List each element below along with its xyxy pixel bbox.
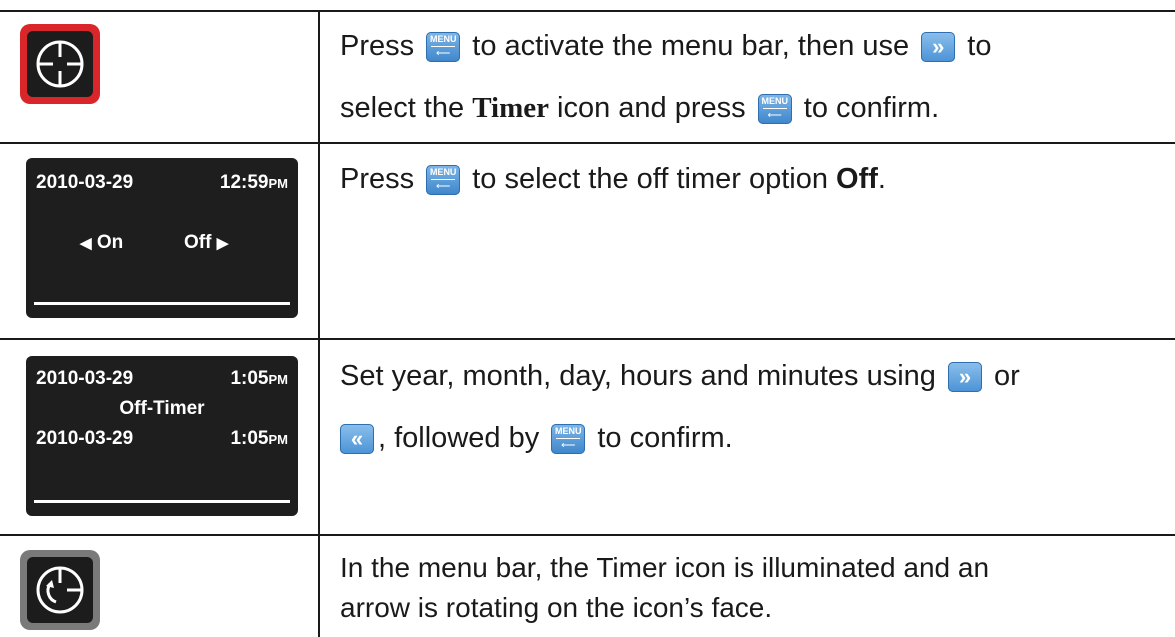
timer-rotating-arrow-icon	[27, 557, 93, 623]
timer-word: Timer	[472, 92, 549, 124]
menu-key-icon: MENU ⟵	[757, 94, 792, 125]
right-arrow-key-icon: »	[921, 32, 956, 63]
screen-date: 2010-03-29	[36, 172, 134, 193]
menu-key-icon: MENU ⟵	[426, 165, 461, 196]
text-fragment: to select the off timer option	[464, 163, 837, 195]
text-fragment: , followed by	[378, 422, 548, 454]
row-divider-2	[0, 338, 1175, 340]
right-arrow-key-icon: »	[947, 362, 982, 393]
text-fragment: Press	[340, 30, 415, 62]
description-line-2: arrow is rotating on the icon’s face.	[340, 592, 773, 623]
menu-key-icon: MENU ⟵	[426, 32, 461, 63]
menu-key-icon: MENU ⟵	[551, 424, 586, 455]
screen-time: 1:05	[230, 368, 269, 389]
text-fragment: to confirm.	[589, 422, 733, 454]
text-fragment: or	[985, 360, 1020, 392]
row3-instruction: Set year, month, day, hours and minutes …	[340, 350, 1160, 464]
option-on: On	[96, 232, 124, 253]
text-fragment: select the	[340, 92, 473, 124]
left-arrow-key-icon: «	[340, 424, 374, 455]
screen-date: 2010-03-29	[36, 368, 134, 389]
display-screen-off-timer: 2010-03-29 1:05PM Off-Timer 2010-03-29 1…	[26, 356, 298, 516]
row4-description: In the menu bar, the Timer icon is illum…	[340, 548, 1160, 628]
screen-ampm-set: PM	[268, 432, 289, 447]
screen-status-bar	[34, 302, 290, 305]
screen-time: 12:59	[219, 172, 269, 193]
timer-icon-selected	[20, 24, 100, 104]
screen-ampm: PM	[268, 176, 289, 191]
text-fragment: Set year, month, day, hours and minutes …	[340, 360, 944, 392]
row1-instruction: Press MENU ⟵ to activate the menu bar, th…	[340, 20, 1160, 134]
screen-time-set: 1:05	[230, 428, 269, 449]
text-fragment: icon and press	[548, 92, 754, 124]
timer-glyph-icon	[27, 31, 93, 97]
description-line-1: In the menu bar, the Timer icon is illum…	[340, 552, 990, 583]
timer-icon-illuminated	[20, 550, 100, 630]
text-fragment: to	[959, 30, 992, 62]
screen-date-set: 2010-03-29	[36, 428, 134, 449]
right-triangle-icon: ▶	[216, 235, 229, 252]
column-divider	[318, 10, 320, 637]
table-top-border	[0, 10, 1175, 12]
text-fragment: Press	[340, 163, 423, 195]
text-fragment: .	[877, 163, 886, 195]
row-divider-3	[0, 534, 1175, 536]
left-triangle-icon: ◀	[80, 235, 92, 252]
option-off: Off	[184, 232, 212, 253]
text-fragment: to confirm.	[795, 92, 940, 124]
screen-ampm: PM	[268, 372, 289, 387]
row2-instruction: Press MENU ⟵ to select the off timer opti…	[340, 153, 1160, 205]
display-screen-on-off: 2010-03-29 12:59PM ◀ On Off ▶	[26, 158, 298, 318]
off-word: Off	[836, 163, 878, 195]
screen-title: Off-Timer	[119, 398, 205, 419]
text-fragment: to activate the menu bar, then use	[464, 30, 918, 62]
screen-status-bar	[34, 500, 290, 503]
row-divider-1	[0, 142, 1175, 144]
